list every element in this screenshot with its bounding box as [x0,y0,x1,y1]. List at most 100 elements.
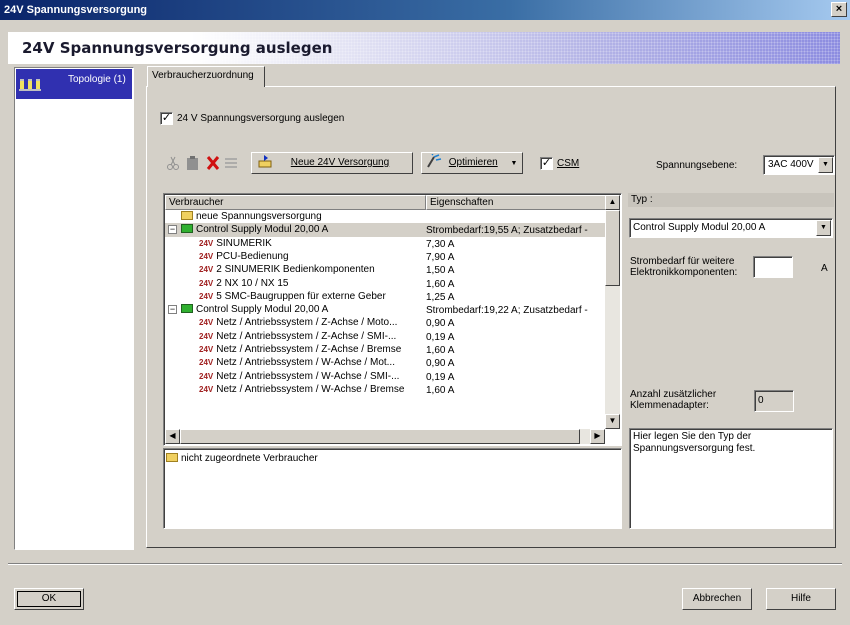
dissolve-icon [225,158,237,168]
voltage-level-label: Spannungsebene: [656,160,738,171]
optimize-button[interactable]: Optimieren ▼ [421,152,523,174]
tree-item-label: 24V 5 SMC-Baugruppen für externe Geber [199,290,386,303]
table-row[interactable]: 24V 2 SINUMERIK Bedienkomponenten 1,50 A [165,263,607,276]
tree-item-label: 24V 2 NX 10 / NX 15 [199,277,289,290]
design-supply-label: 24 V Spannungsversorgung auslegen [177,113,345,124]
table-row[interactable]: 24V Netz / Antriebssystem / W-Achse / SMI… [165,370,607,383]
voltage-24v-icon: 24V [199,318,214,328]
scroll-left-icon[interactable]: ◀ [165,429,180,444]
unassigned-consumers-list[interactable]: nicht zugeordnete Verbraucher [163,448,622,529]
tree-item-text: Control Supply Modul 20,00 A [196,304,329,316]
tree-item-properties: 1,60 A [426,384,455,396]
tree-item-label: Control Supply Modul 20,00 A [181,223,328,236]
tree-item-text: Netz / Antriebssystem / W-Achse / Mot... [216,357,395,369]
scroll-thumb[interactable] [605,210,620,286]
adapter-label-line2: Klemmenadapter: [630,400,709,411]
properties-panel: Typ : Control Supply Modul 20,00 A ▼ Str… [628,193,834,529]
help-button[interactable]: Hilfe [766,588,836,610]
topology-panel: Topologie (1) [14,67,134,550]
voltage-24v-icon: 24V [199,331,214,341]
table-row[interactable]: 24V Netz / Antriebssystem / Z-Achse / Bre… [165,343,607,356]
csm-label: CSM [557,158,580,169]
voltage-24v-icon: 24V [199,278,214,288]
column-header-properties[interactable]: Eigenschaften [426,195,606,210]
table-row[interactable]: − Control Supply Modul 20,00 A Strombedarf… [165,303,607,316]
paste-button[interactable] [182,152,204,174]
adapter-label: Anzahl zusätzlicher Klemmenadapter: [630,389,716,411]
tree-item-label: Control Supply Modul 20,00 A [181,303,328,316]
table-row[interactable]: 24V PCU-Bedienung 7,90 A [165,250,607,263]
tree-item-text: 2 NX 10 / NX 15 [216,277,289,289]
chevron-down-icon[interactable]: ▼ [816,220,831,236]
close-button[interactable]: × [831,2,847,17]
extra-current-label-line2: Elektronikkomponenten: [630,267,738,278]
table-row[interactable]: 24V Netz / Antriebssystem / Z-Achse / SMI… [165,330,607,343]
window-title: 24V Spannungsversorgung [4,4,148,16]
list-item[interactable]: nicht zugeordnete Verbraucher [166,451,318,466]
new-supply-icon [181,211,193,220]
type-value: Control Supply Modul 20,00 A [633,222,766,233]
tree-item-text: Netz / Antriebssystem / Z-Achse / Bremse [216,344,402,355]
tree-item-text: Netz / Antriebssystem / Z-Achse / SMI-..… [216,330,397,342]
scroll-down-icon[interactable]: ▼ [605,414,620,429]
scroll-up-icon[interactable]: ▲ [605,195,620,210]
header-band: 24V Spannungsversorgung auslegen [8,32,840,64]
tab-consumer-assignment[interactable]: Verbraucherzuordnung [147,66,265,87]
close-icon: × [835,3,843,15]
tree-item-text: PCU-Bedienung [216,250,289,262]
voltage-level-select[interactable]: 3AC 400V ▼ [763,155,835,175]
design-supply-checkbox[interactable]: ✓ [160,112,173,125]
tree-item-label: 24V PCU-Bedienung [199,250,289,263]
tree-vertical-scrollbar[interactable]: ▲ ▼ [605,195,620,429]
tree-item-text: SINUMERIK [216,237,272,249]
tree-item-label: 24V Netz / Antriebssystem / W-Achse / Mot… [199,356,395,369]
folder-icon [166,453,178,462]
footer-separator [8,563,842,565]
tree-item-label: 24V Netz / Antriebssystem / Z-Achse / Mot… [199,316,397,329]
tree-item-text: 2 SINUMERIK Bedienkomponenten [216,264,375,276]
sidebar-item-topology[interactable]: Topologie (1) [16,69,132,99]
table-row[interactable]: 24V SINUMERIK 7,30 A [165,237,607,250]
new-supply-button[interactable]: Neue 24V Versorgung [251,152,413,174]
help-text: Hier legen Sie den Typ der Spannungsvers… [633,431,756,454]
tree-item-text: Control Supply Modul 20,00 A [196,224,329,236]
table-row[interactable]: 24V 2 NX 10 / NX 15 1,60 A [165,277,607,290]
paste-icon [187,156,198,170]
voltage-24v-icon: 24V [199,371,214,381]
table-row[interactable]: neue Spannungsversorgung [165,210,607,223]
adapter-count-field: 0 [754,390,794,412]
voltage-24v-icon: 24V [199,358,214,368]
extra-current-label: Strombedarf für weitere Elektronikkompon… [630,256,737,278]
chevron-down-icon[interactable]: ▼ [818,157,833,173]
voltage-24v-icon: 24V [199,291,214,301]
tree-item-text: neue Spannungsversorgung [196,211,322,222]
tree-item-text: Netz / Antriebssystem / W-Achse / SMI-..… [216,370,400,382]
supply-module-icon [181,224,193,234]
extra-current-input[interactable] [753,256,793,278]
ok-button[interactable]: OK [14,588,84,610]
voltage-24v-icon: 24V [199,384,214,394]
dissolve-button[interactable] [220,152,242,174]
table-row[interactable]: 24V Netz / Antriebssystem / Z-Achse / Mot… [165,316,607,329]
scroll-right-icon[interactable]: ▶ [590,429,605,444]
cut-button[interactable] [162,152,184,174]
cancel-button[interactable]: Abbrechen [682,588,752,610]
table-row[interactable]: 24V Netz / Antriebssystem / W-Achse / Mot… [165,356,607,369]
collapse-icon[interactable]: − [168,305,177,315]
tree-horizontal-scrollbar[interactable]: ◀ ▶ [165,429,605,444]
table-row[interactable]: 24V 5 SMC-Baugruppen für externe Geber 1,2… [165,290,607,303]
unassigned-label: nicht zugeordnete Verbraucher [181,453,318,464]
scroll-thumb[interactable] [180,429,580,444]
adapter-label-line1: Anzahl zusätzlicher [630,389,717,400]
type-select[interactable]: Control Supply Modul 20,00 A ▼ [629,218,833,238]
collapse-icon[interactable]: − [168,225,177,235]
optimize-label: Optimieren [448,157,498,168]
adapter-count-value: 0 [758,395,764,406]
consumer-tree[interactable]: Verbraucher Eigenschaften neue Spannungs… [163,193,622,446]
table-row[interactable]: − Control Supply Modul 20,00 A Strombedarf… [165,223,607,237]
csm-checkbox[interactable]: ✓ [540,157,553,170]
voltage-24v-icon: 24V [199,251,214,261]
sidebar-item-label: Topologie (1) [68,74,126,85]
table-row[interactable]: 24V Netz / Antriebssystem / W-Achse / Bre… [165,383,607,396]
column-header-consumer[interactable]: Verbraucher [165,195,426,210]
